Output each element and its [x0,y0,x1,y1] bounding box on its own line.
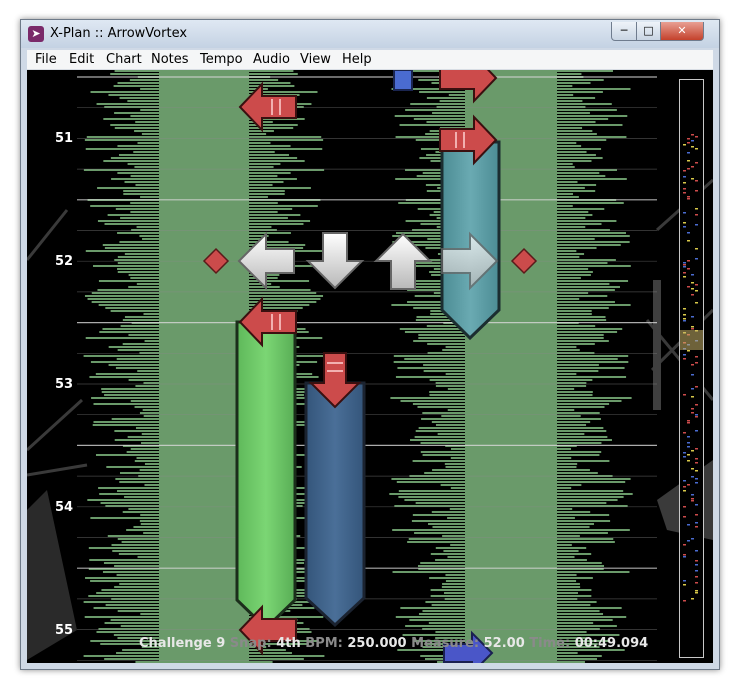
menu-tempo[interactable]: Tempo [200,52,243,67]
snap-label: Snap: [229,636,272,651]
hold-note-left[interactable] [235,320,297,631]
app-window: ➤ X-Plan :: ArrowVortex ─ □ ✕ File Edit … [20,19,720,670]
minimap-notes [680,134,703,602]
status-bar: Challenge 9 Snap: 4th BPM: 250.000 Measu… [139,636,648,651]
chart-minimap[interactable] [679,79,704,658]
menu-file[interactable]: File [35,52,57,67]
window-title: X-Plan :: ArrowVortex [50,26,188,41]
close-button[interactable]: ✕ [660,22,704,41]
snap-value: 4th [276,636,301,651]
measure-number: 54 [55,500,73,515]
receptor-down-arrow-icon [305,232,365,290]
menu-bar: File Edit Chart Notes Tempo Audio View H… [27,50,713,70]
measure-number: 52 [55,254,73,269]
background-shape [653,280,661,410]
bpm-label: BPM: [305,636,343,651]
maximize-icon: □ [643,24,654,37]
time-value: 00:49.094 [574,636,649,651]
menu-help[interactable]: Help [342,52,372,67]
menu-view[interactable]: View [300,52,331,67]
menu-audio[interactable]: Audio [253,52,290,67]
note-up-arrow-icon[interactable] [393,70,413,91]
menu-chart[interactable]: Chart [106,52,142,67]
minimize-button[interactable]: ─ [611,22,637,41]
editor-canvas[interactable]: 51 52 53 54 55 Challenge 9 Snap: 4th BPM… [27,70,713,663]
minimize-icon: ─ [620,24,628,37]
close-icon: ✕ [677,24,687,37]
measure-label: Measure: [411,636,480,651]
measure-number: 53 [55,377,73,392]
difficulty-level: 9 [216,636,226,651]
time-label: Time: [529,636,571,651]
measure-value: 52.00 [483,636,525,651]
menu-notes[interactable]: Notes [151,52,189,67]
bpm-value: 250.000 [347,636,407,651]
hold-note-down[interactable] [304,381,366,628]
measure-number: 51 [55,131,73,146]
maximize-button[interactable]: □ [636,22,661,41]
arrowvortex-logo-icon: ➤ [28,26,44,42]
difficulty-label: Challenge [139,636,212,651]
measure-number: 55 [55,623,73,638]
menu-edit[interactable]: Edit [69,52,94,67]
title-bar[interactable]: ➤ X-Plan :: ArrowVortex ─ □ ✕ [21,20,719,48]
